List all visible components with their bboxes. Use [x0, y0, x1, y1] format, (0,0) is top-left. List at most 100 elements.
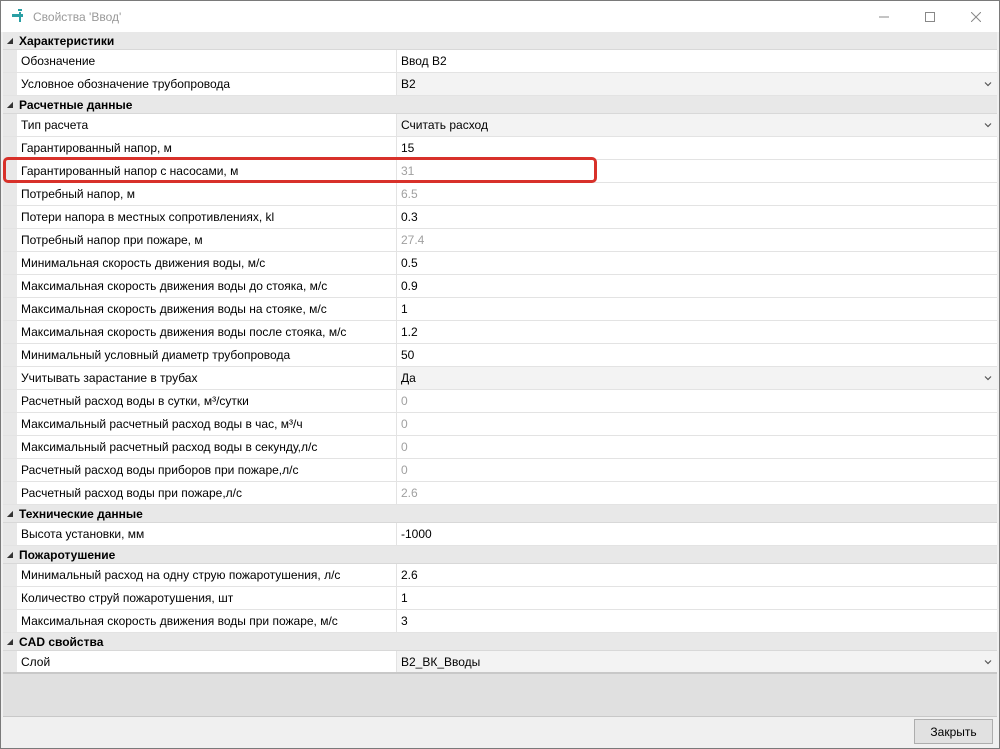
category-header[interactable]: ◢ Пожаротушение: [3, 546, 997, 564]
close-button[interactable]: Закрыть: [914, 719, 993, 744]
property-row[interactable]: Условное обозначение трубопровода В2: [3, 73, 997, 96]
property-value: 31: [397, 160, 997, 182]
property-value-text: 1.2: [401, 325, 418, 339]
property-row[interactable]: Потребный напор при пожаре, м 27.4: [3, 229, 997, 252]
property-name: Максимальный расчетный расход воды в час…: [17, 413, 397, 435]
property-row[interactable]: Слой В2_ВК_Вводы: [3, 651, 997, 672]
property-row[interactable]: Минимальный расход на одну струю пожарот…: [3, 564, 997, 587]
description-panel: [3, 673, 997, 717]
property-value[interactable]: 2.6: [397, 564, 997, 586]
chevron-down-icon[interactable]: [983, 373, 993, 383]
property-row[interactable]: Количество струй пожаротушения, шт 1: [3, 587, 997, 610]
row-gutter: [3, 275, 17, 297]
property-row[interactable]: Минимальный условный диаметр трубопровод…: [3, 344, 997, 367]
property-value-text: 27.4: [401, 233, 425, 247]
row-gutter: [3, 459, 17, 481]
property-row[interactable]: Гарантированный напор, м 15: [3, 137, 997, 160]
property-row[interactable]: Потребный напор, м 6.5: [3, 183, 997, 206]
row-gutter: [3, 482, 17, 504]
collapse-triangle-icon[interactable]: ◢: [3, 100, 17, 109]
window-controls: [861, 1, 999, 32]
property-name: Количество струй пожаротушения, шт: [17, 587, 397, 609]
title-bar[interactable]: Свойства 'Ввод': [1, 1, 999, 32]
property-name: Учитывать зарастание в трубах: [17, 367, 397, 389]
property-name: Условное обозначение трубопровода: [17, 73, 397, 95]
property-value-dropdown[interactable]: В2_ВК_Вводы: [397, 651, 997, 672]
property-value[interactable]: Ввод В2: [397, 50, 997, 72]
property-value[interactable]: 50: [397, 344, 997, 366]
property-value: 0: [397, 390, 997, 412]
category-header[interactable]: ◢ CAD свойства: [3, 633, 997, 651]
property-value-dropdown[interactable]: Считать расход: [397, 114, 997, 136]
category-header[interactable]: ◢ Характеристики: [3, 32, 997, 50]
property-row[interactable]: Потери напора в местных сопротивлениях, …: [3, 206, 997, 229]
collapse-triangle-icon[interactable]: ◢: [3, 637, 17, 646]
close-icon: [971, 11, 981, 22]
category-label: CAD свойства: [19, 634, 104, 649]
property-name: Максимальный расчетный расход воды в сек…: [17, 436, 397, 458]
property-row[interactable]: Тип расчета Считать расход: [3, 114, 997, 137]
property-value: 0: [397, 459, 997, 481]
property-value-text: 50: [401, 348, 415, 362]
property-value[interactable]: 1: [397, 587, 997, 609]
collapse-triangle-icon[interactable]: ◢: [3, 550, 17, 559]
property-row[interactable]: Обозначение Ввод В2: [3, 50, 997, 73]
property-value-text: 0.5: [401, 256, 418, 270]
property-row[interactable]: Расчетный расход воды при пожаре,л/с 2.6: [3, 482, 997, 505]
property-value-text: В2_ВК_Вводы: [401, 655, 481, 669]
property-value-dropdown[interactable]: Да: [397, 367, 997, 389]
property-value[interactable]: 3: [397, 610, 997, 632]
property-row[interactable]: Максимальная скорость движения воды при …: [3, 610, 997, 633]
property-row[interactable]: Максимальная скорость движения воды до с…: [3, 275, 997, 298]
property-row[interactable]: Высота установки, мм -1000: [3, 523, 997, 546]
row-gutter: [3, 229, 17, 251]
category-header[interactable]: ◢ Технические данные: [3, 505, 997, 523]
property-value: 0: [397, 436, 997, 458]
chevron-down-icon[interactable]: [983, 79, 993, 89]
property-value-text: 0: [401, 417, 408, 431]
property-value-text: 0: [401, 394, 408, 408]
property-row[interactable]: Максимальная скорость движения воды посл…: [3, 321, 997, 344]
property-value[interactable]: 1: [397, 298, 997, 320]
chevron-down-icon[interactable]: [983, 120, 993, 130]
property-value-text: 15: [401, 141, 415, 155]
category-label: Пожаротушение: [19, 547, 116, 562]
row-gutter: [3, 587, 17, 609]
row-gutter: [3, 321, 17, 343]
collapse-triangle-icon[interactable]: ◢: [3, 509, 17, 518]
property-row[interactable]: Максимальный расчетный расход воды в час…: [3, 413, 997, 436]
property-row[interactable]: Расчетный расход воды приборов при пожар…: [3, 459, 997, 482]
properties-window: Свойства 'Ввод' ◢ Характеристики Обозначен…: [0, 0, 1000, 749]
property-value[interactable]: -1000: [397, 523, 997, 545]
category-header[interactable]: ◢ Расчетные данные: [3, 96, 997, 114]
property-value[interactable]: 15: [397, 137, 997, 159]
property-value: 6.5: [397, 183, 997, 205]
collapse-triangle-icon[interactable]: ◢: [3, 36, 17, 45]
property-row[interactable]: Гарантированный напор с насосами, м 31: [3, 160, 997, 183]
property-row[interactable]: Максимальная скорость движения воды на с…: [3, 298, 997, 321]
property-value[interactable]: 0.5: [397, 252, 997, 274]
row-gutter: [3, 114, 17, 136]
property-value-text: 2.6: [401, 486, 418, 500]
row-gutter: [3, 344, 17, 366]
property-value[interactable]: 0.9: [397, 275, 997, 297]
property-value-text: -1000: [401, 527, 432, 541]
property-row[interactable]: Минимальная скорость движения воды, м/с 0…: [3, 252, 997, 275]
property-row[interactable]: Максимальный расчетный расход воды в сек…: [3, 436, 997, 459]
property-value-text: Ввод В2: [401, 54, 447, 68]
property-value[interactable]: 1.2: [397, 321, 997, 343]
property-name: Расчетный расход воды приборов при пожар…: [17, 459, 397, 481]
property-value[interactable]: 0.3: [397, 206, 997, 228]
row-gutter: [3, 610, 17, 632]
property-value-text: 3: [401, 614, 408, 628]
property-name: Расчетный расход воды в сутки, м³/сутки: [17, 390, 397, 412]
minimize-button[interactable]: [861, 1, 907, 32]
property-row[interactable]: Расчетный расход воды в сутки, м³/сутки 0: [3, 390, 997, 413]
property-row[interactable]: Учитывать зарастание в трубах Да: [3, 367, 997, 390]
property-name: Минимальный условный диаметр трубопровод…: [17, 344, 397, 366]
property-value-dropdown[interactable]: В2: [397, 73, 997, 95]
property-name: Высота установки, мм: [17, 523, 397, 545]
chevron-down-icon[interactable]: [983, 657, 993, 667]
maximize-button[interactable]: [907, 1, 953, 32]
close-window-button[interactable]: [953, 1, 999, 32]
